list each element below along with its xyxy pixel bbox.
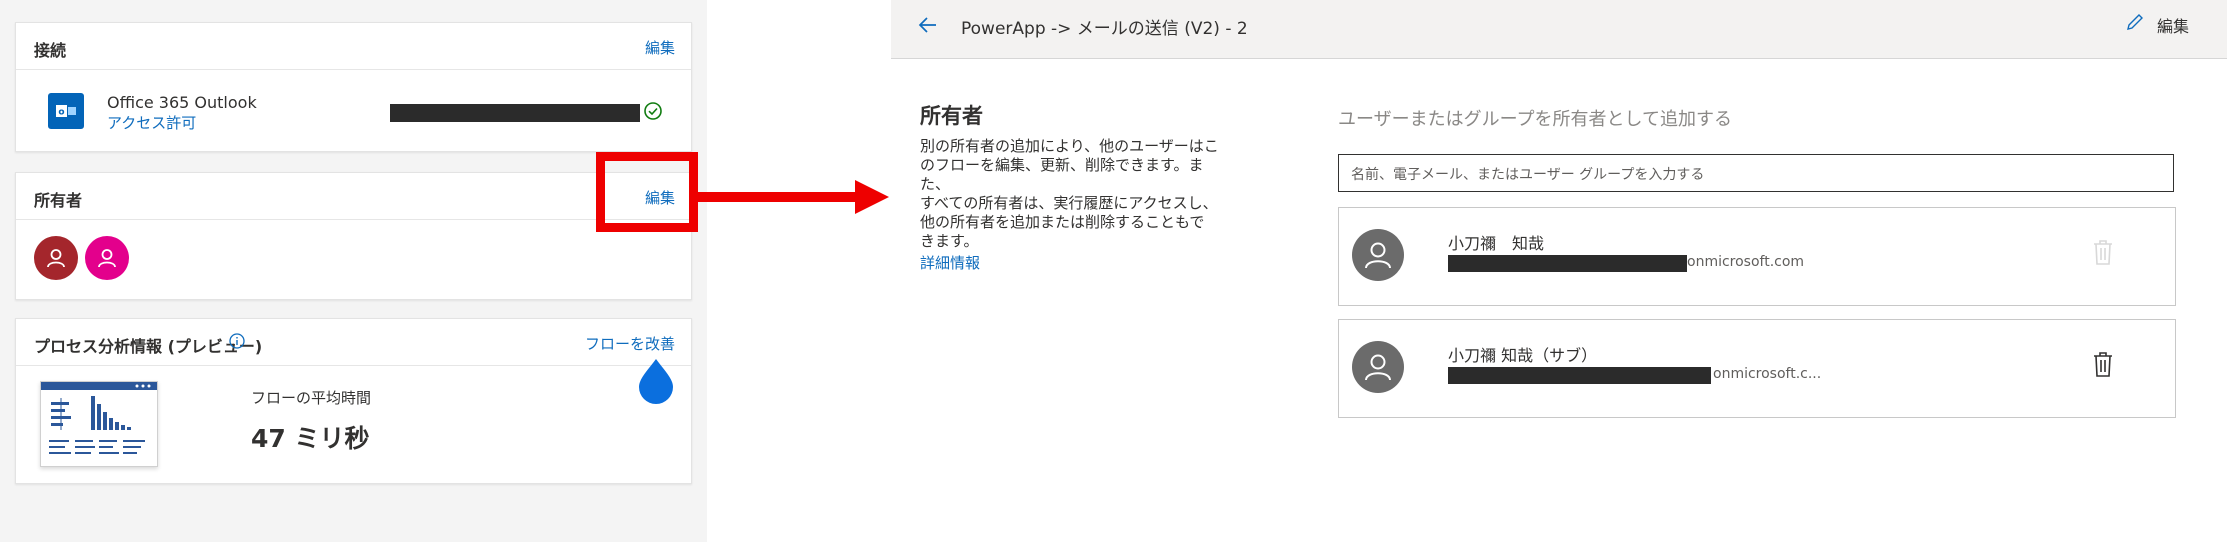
highlight-arrow-line — [698, 192, 858, 202]
owner-name: 小刀禰 知哉（サブ） — [1448, 346, 1598, 365]
owners-heading: 所有者 — [920, 104, 983, 128]
connections-title: 接続 — [34, 41, 67, 60]
owners-card: 所有者 編集 — [15, 172, 692, 300]
owners-divider — [16, 219, 691, 220]
redacted-email — [1448, 255, 1687, 272]
process-chart-thumbnail — [40, 381, 158, 467]
svg-text:o: o — [58, 108, 64, 118]
header-edit-button[interactable]: 編集 — [2157, 13, 2189, 37]
permission-link[interactable]: アクセス許可 — [107, 112, 196, 133]
person-icon — [1352, 229, 1404, 281]
owner-avatar[interactable] — [34, 236, 78, 280]
improve-flow-link[interactable]: フローを改善 — [585, 333, 675, 354]
owner-list-item: 小刀禰 知哉 onmicrosoft.com — [1338, 207, 2176, 306]
redacted-email — [1448, 367, 1711, 384]
owner-list-item: 小刀禰 知哉（サブ） onmicrosoft.c... — [1338, 319, 2176, 418]
back-arrow-icon[interactable] — [917, 14, 939, 36]
connector-name: Office 365 Outlook — [107, 93, 257, 112]
pencil-icon[interactable] — [2125, 12, 2145, 32]
process-divider — [16, 365, 691, 366]
person-icon — [47, 249, 65, 268]
connections-edit-link[interactable]: 編集 — [645, 37, 675, 58]
owner-email: onmicrosoft.c... — [1713, 366, 1822, 382]
owners-title: 所有者 — [34, 191, 83, 210]
delete-icon[interactable] — [2092, 350, 2114, 378]
redacted-account — [390, 104, 640, 122]
more-info-link[interactable]: 詳細情報 — [920, 252, 980, 273]
info-icon[interactable] — [229, 333, 245, 349]
avg-time-label: フローの平均時間 — [251, 389, 372, 407]
header-title: PowerApp -> メールの送信 (V2) - 2 — [961, 19, 1248, 39]
person-icon — [1352, 341, 1404, 393]
owner-search-placeholder: 名前、電子メール、またはユーザー グループを入力する — [1351, 167, 1705, 183]
description-line: すべての所有者は、実行履歴にアクセスし、 — [920, 194, 1218, 212]
owner-name: 小刀禰 知哉 — [1448, 234, 1545, 253]
cursor-drop-icon — [637, 357, 675, 405]
owners-description: 別の所有者の追加により、他のユーザーはこ のフローを編集、更新、削除できます。ま… — [920, 137, 1230, 251]
description-line: のフローを編集、更新、削除できます。また、 — [920, 156, 1204, 193]
add-owner-label: ユーザーまたはグループを所有者として追加する — [1338, 109, 1733, 130]
owner-email: onmicrosoft.com — [1687, 254, 1805, 270]
header-divider — [891, 58, 2227, 59]
check-circle-icon — [643, 101, 663, 121]
description-line: 他の所有者を追加または削除することもで — [920, 213, 1205, 231]
description-line: 別の所有者の追加により、他のユーザーはこ — [920, 137, 1219, 155]
delete-icon — [2092, 238, 2114, 266]
owner-avatar[interactable] — [85, 236, 129, 280]
process-insights-card: プロセス分析情報 (プレビュー) フローを改善 フローの平均時間 47 ミリ秒 — [15, 318, 692, 484]
outlook-icon: o — [48, 93, 84, 129]
arrow-right-icon — [855, 180, 889, 214]
connections-divider — [16, 69, 691, 70]
description-line: きます。 — [920, 232, 979, 250]
process-title: プロセス分析情報 (プレビュー) — [34, 337, 263, 356]
avg-time-value: 47 ミリ秒 — [251, 424, 370, 453]
highlight-box — [596, 152, 698, 232]
person-icon — [98, 249, 116, 268]
owner-search-input[interactable]: 名前、電子メール、またはユーザー グループを入力する — [1338, 154, 2174, 192]
connections-card: 接続 編集 o Office 365 Outlook アクセス許可 — [15, 22, 692, 152]
